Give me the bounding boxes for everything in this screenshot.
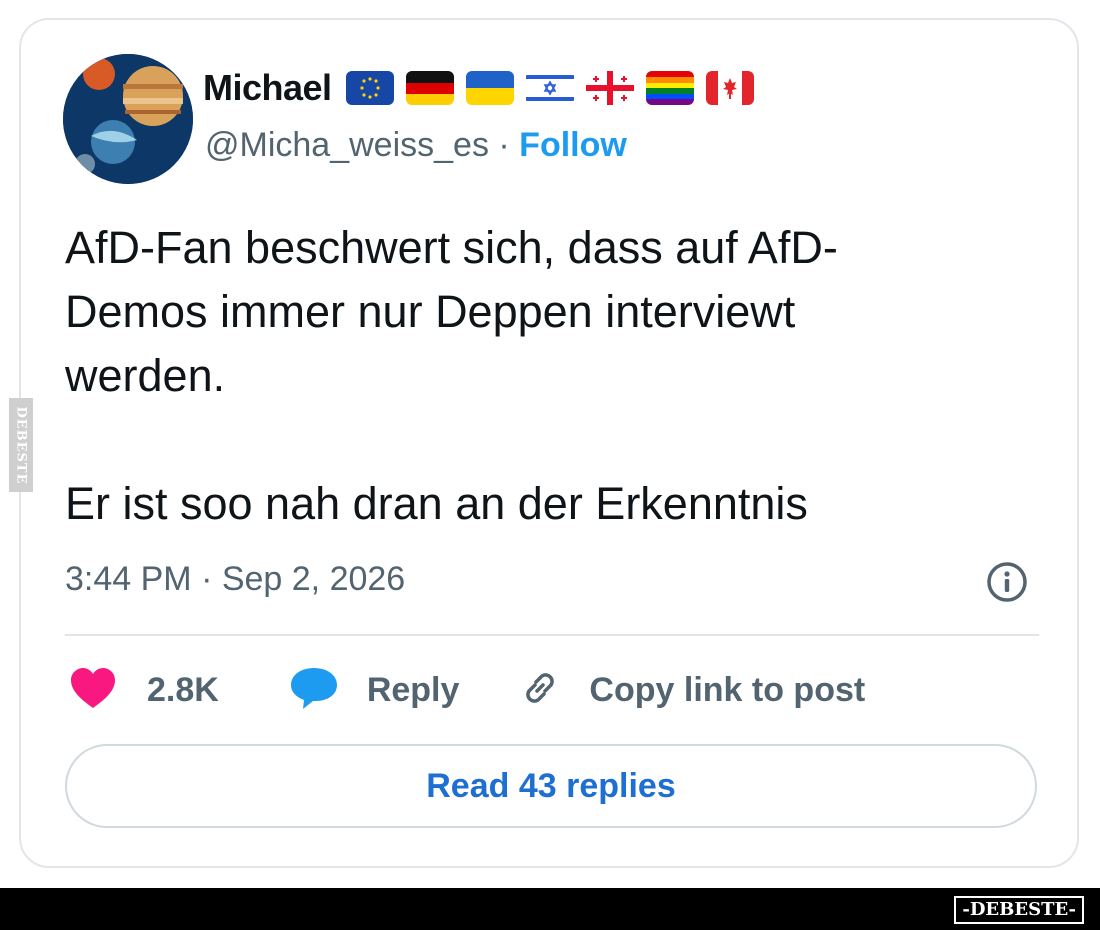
reply-button[interactable]: Reply [289,666,460,715]
flag-emojis [345,71,766,105]
like-count: 2.8K [147,670,219,709]
copy-link-button[interactable]: Copy link to post [517,665,865,716]
canada-flag-icon [705,71,754,105]
user-name-row: Michael [203,66,766,110]
follow-button[interactable]: Follow [519,126,627,164]
info-icon[interactable] [985,560,1029,604]
link-icon [517,665,563,716]
footer-bar: -DEBESTE- [0,888,1100,930]
israel-flag-icon [525,71,574,105]
germany-flag-icon [405,71,454,105]
footer-logo: -DEBESTE- [954,896,1084,924]
side-watermark: DEBESTE [9,398,33,492]
action-bar: 2.8K Reply Copy link to post [69,666,865,714]
read-replies-button[interactable]: Read 43 replies [65,744,1037,828]
reply-label: Reply [366,670,460,709]
ukraine-flag-icon [465,71,514,105]
eu-flag-icon [345,71,394,105]
heart-icon [69,666,117,715]
georgia-flag-icon [585,71,634,105]
avatar[interactable] [63,54,193,184]
reply-bubble-icon [289,666,339,715]
copy-link-label: Copy link to post [589,670,866,709]
side-watermark-text: DEBESTE [13,405,29,485]
handle-separator: · [488,126,520,164]
like-button[interactable]: 2.8K [69,666,219,715]
tweet-timestamp[interactable]: 3:44 PM · Sep 2, 2026 [65,560,405,599]
rainbow-flag-icon [645,71,694,105]
user-name[interactable]: Michael [203,67,332,109]
tweet-card: Michael @Micha_weiss_es · Follow AfD-Fan… [19,18,1079,868]
handle-row: @Micha_weiss_es · Follow [205,126,627,165]
user-handle[interactable]: @Micha_weiss_es [205,126,489,164]
tweet-text: AfD-Fan beschwert sich, dass auf AfD- De… [65,222,838,529]
divider [65,634,1039,636]
